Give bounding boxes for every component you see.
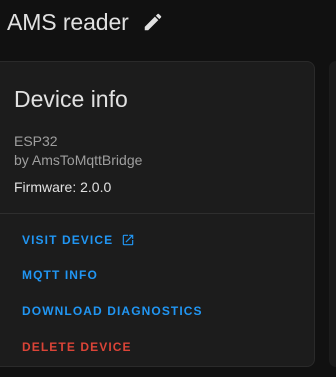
pencil-icon[interactable]	[141, 10, 165, 34]
card-divider	[0, 213, 315, 214]
visit-device-label: VISIT DEVICE	[22, 233, 114, 247]
download-diagnostics-label: DOWNLOAD DIAGNOSTICS	[22, 304, 203, 318]
device-page: AMS reader Device info ESP32 by AmsToMqt…	[0, 0, 336, 377]
device-model: ESP32	[14, 133, 58, 149]
device-firmware: Firmware: 2.0.0	[14, 179, 112, 195]
delete-device-button[interactable]: DELETE DEVICE	[22, 339, 132, 355]
device-manufacturer: by AmsToMqttBridge	[14, 152, 143, 168]
mqtt-info-label: MQTT INFO	[22, 268, 98, 282]
open-in-new-icon	[121, 233, 135, 247]
card-title: Device info	[14, 86, 128, 112]
page-title: AMS reader	[7, 9, 129, 35]
page-header: AMS reader	[7, 7, 165, 37]
delete-device-label: DELETE DEVICE	[22, 340, 132, 354]
mqtt-info-button[interactable]: MQTT INFO	[22, 267, 98, 283]
download-diagnostics-button[interactable]: DOWNLOAD DIAGNOSTICS	[22, 303, 203, 319]
adjacent-card-edge	[329, 61, 336, 367]
visit-device-button[interactable]: VISIT DEVICE	[22, 232, 135, 248]
device-info-card: Device info ESP32 by AmsToMqttBridge Fir…	[0, 61, 315, 367]
